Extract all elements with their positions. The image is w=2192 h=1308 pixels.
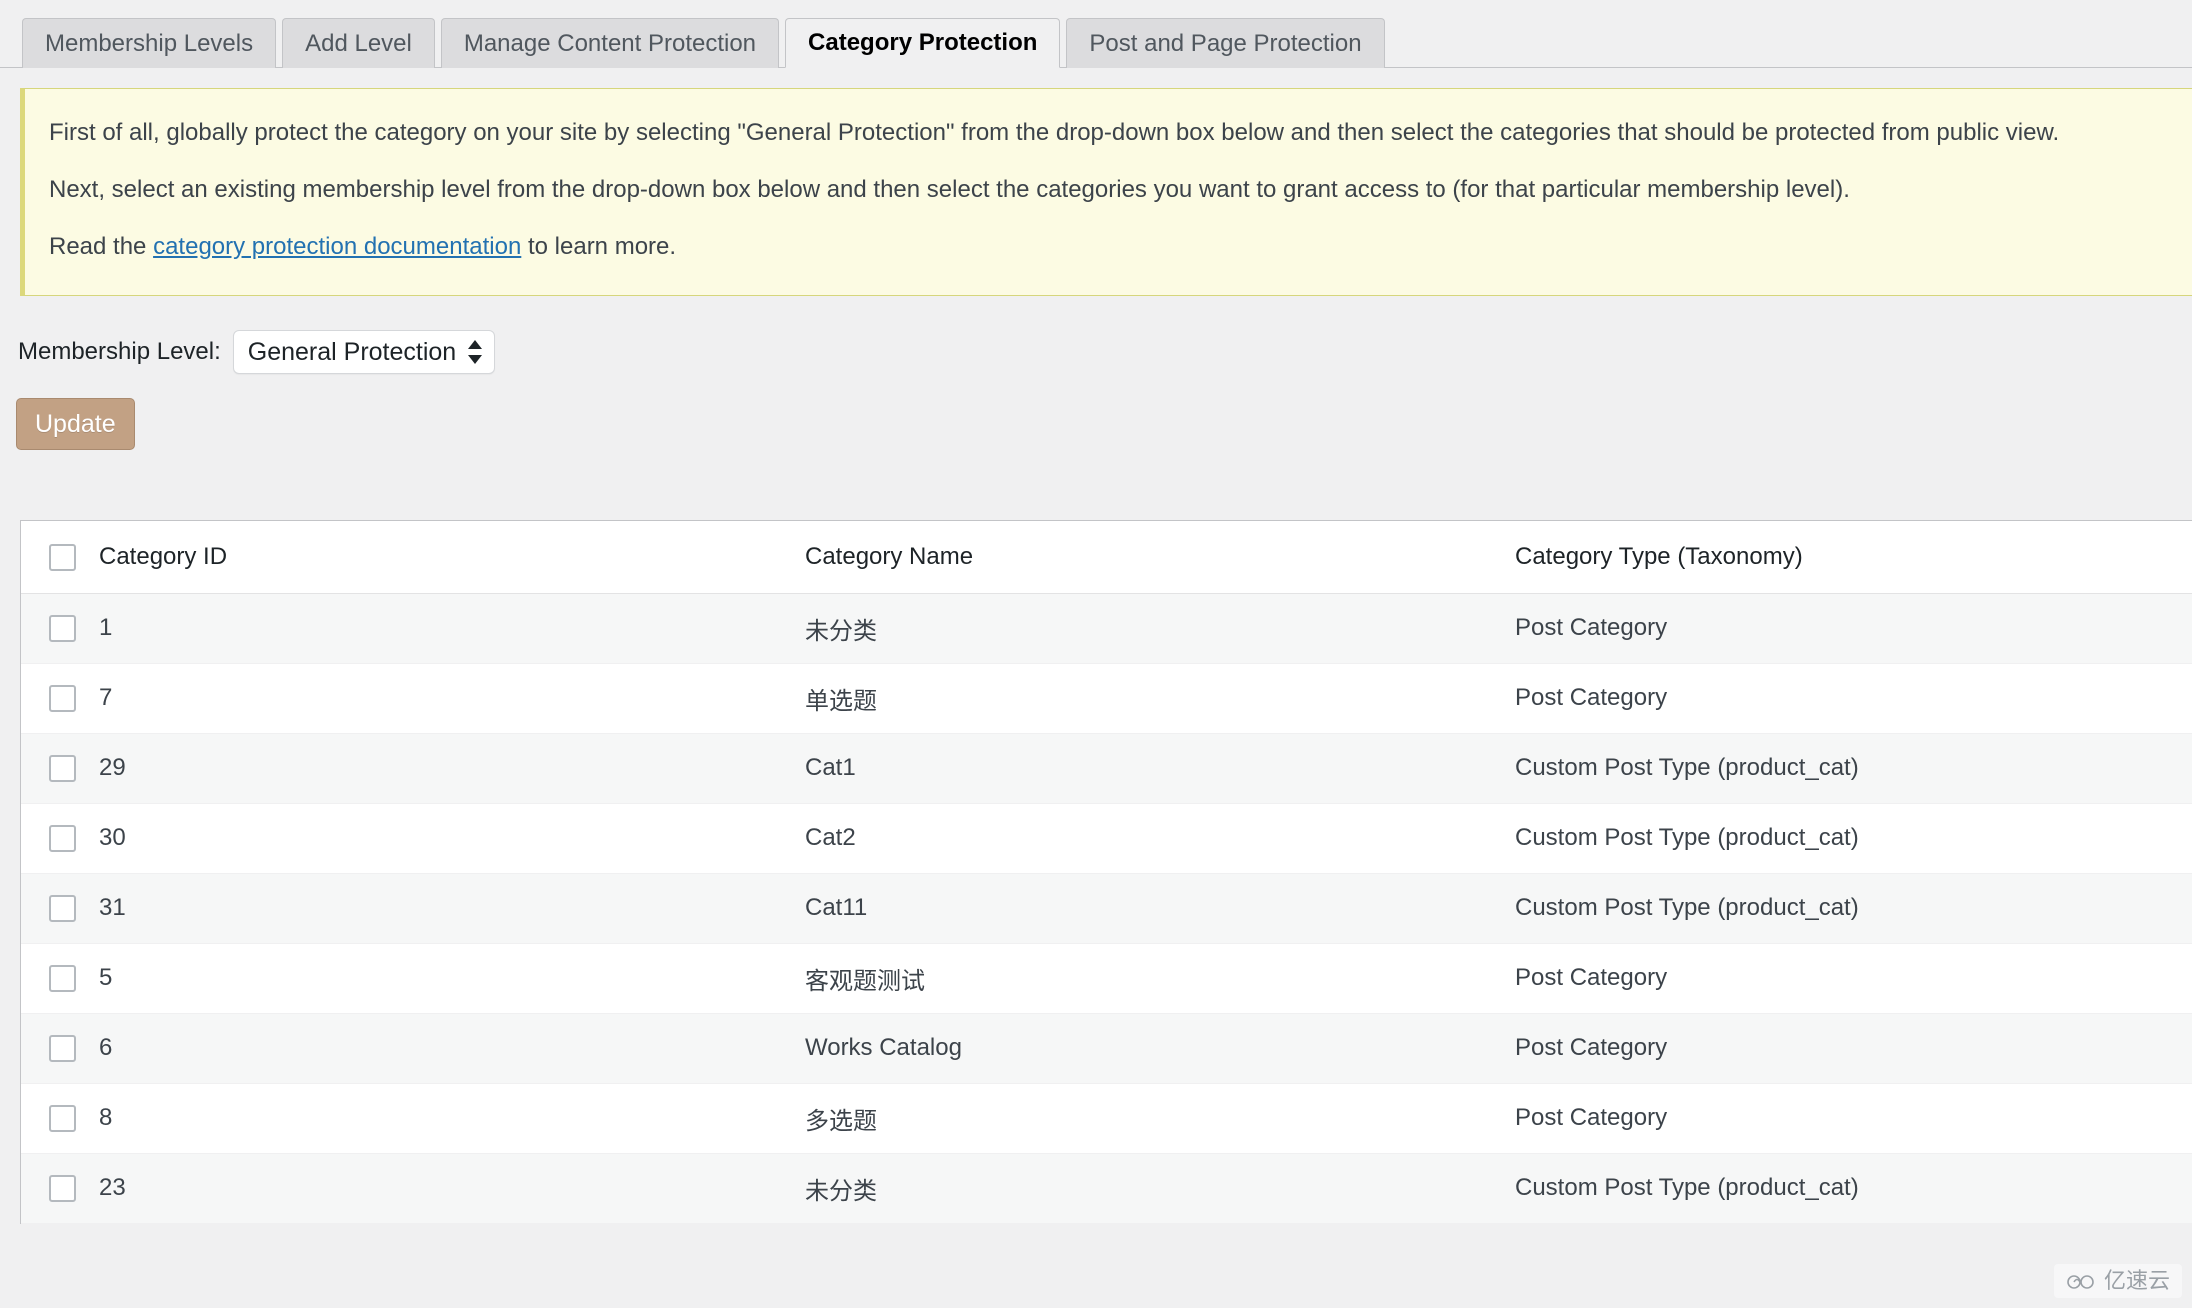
cell-category-id: 31 — [99, 894, 126, 922]
cell-category-type: Post Category — [1515, 684, 1668, 712]
table-row[interactable]: 7 单选题 Post Category — [21, 663, 2192, 734]
row-select-cell — [21, 663, 99, 733]
cell-category-name: 未分类 — [805, 1177, 877, 1205]
table-row[interactable]: 30 Cat2 Custom Post Type (product_cat) — [21, 803, 2192, 874]
table-row[interactable]: 8 多选题 Post Category — [21, 1083, 2192, 1154]
notice-line-3: Read the category protection documentati… — [49, 219, 2192, 276]
membership-level-selected-value: General Protection — [247, 337, 457, 366]
row-checkbox[interactable] — [49, 1105, 76, 1133]
tab-bar: Membership Levels Add Level Manage Conte… — [0, 0, 2192, 68]
chevron-updown-icon — [468, 340, 483, 365]
cell-category-name: 未分类 — [805, 617, 877, 645]
membership-level-row: Membership Level: General Protection — [18, 330, 2192, 375]
row-checkbox[interactable] — [49, 825, 76, 853]
row-select-cell — [21, 593, 99, 663]
row-select-cell — [21, 1013, 99, 1083]
row-checkbox[interactable] — [49, 615, 76, 643]
cell-category-type: Custom Post Type (product_cat) — [1515, 754, 1859, 782]
row-checkbox[interactable] — [49, 965, 76, 993]
tab-category-protection[interactable]: Category Protection — [785, 18, 1061, 68]
row-select-cell — [21, 733, 99, 803]
membership-level-select[interactable]: General Protection — [232, 330, 496, 375]
cloud-logo-icon — [2066, 1271, 2096, 1291]
column-header-category-type[interactable]: Category Type (Taxonomy) — [1515, 521, 2192, 594]
update-button[interactable]: Update — [16, 398, 135, 451]
row-checkbox[interactable] — [49, 895, 76, 923]
cell-category-type: Post Category — [1515, 1104, 1668, 1132]
row-select-cell — [21, 803, 99, 873]
cell-category-type: Custom Post Type (product_cat) — [1515, 894, 1859, 922]
row-select-cell — [21, 873, 99, 943]
cell-category-id: 7 — [99, 684, 113, 712]
notice-line-3-prefix: Read the — [49, 232, 154, 260]
cell-category-name: 单选题 — [805, 687, 877, 715]
cell-category-name: Cat2 — [805, 824, 856, 852]
cell-category-type: Post Category — [1515, 614, 1668, 642]
cell-category-name: 客观题测试 — [805, 967, 925, 995]
table-row[interactable]: 29 Cat1 Custom Post Type (product_cat) — [21, 733, 2192, 804]
column-header-category-id[interactable]: Category ID — [99, 521, 805, 594]
tab-post-and-page-protection[interactable]: Post and Page Protection — [1066, 18, 1385, 68]
watermark-text: 亿速云 — [2103, 1268, 2170, 1293]
cell-category-type: Post Category — [1515, 1034, 1668, 1062]
cell-category-id: 1 — [99, 614, 113, 642]
table-header-row: Category ID Category Name Category Type … — [21, 521, 2192, 594]
cell-category-id: 6 — [99, 1034, 113, 1062]
cell-category-name: Cat1 — [805, 754, 856, 782]
cell-category-id: 5 — [99, 964, 113, 992]
select-all-checkbox[interactable] — [49, 544, 76, 572]
category-table: Category ID Category Name Category Type … — [21, 521, 2192, 1224]
row-checkbox[interactable] — [49, 1175, 76, 1203]
cell-category-type: Post Category — [1515, 964, 1668, 992]
cell-category-id: 30 — [99, 824, 126, 852]
row-checkbox[interactable] — [49, 1035, 76, 1063]
row-select-cell — [21, 1083, 99, 1153]
select-all-cell — [21, 521, 99, 594]
table-row[interactable]: 31 Cat11 Custom Post Type (product_cat) — [21, 873, 2192, 944]
tab-manage-content-protection[interactable]: Manage Content Protection — [440, 18, 780, 68]
column-header-category-name[interactable]: Category Name — [805, 521, 1515, 594]
notice-line-3-suffix: to learn more. — [521, 232, 677, 260]
cell-category-type: Custom Post Type (product_cat) — [1515, 824, 1859, 852]
cell-category-name: Cat11 — [805, 894, 868, 922]
table-row[interactable]: 5 客观题测试 Post Category — [21, 943, 2192, 1014]
cell-category-id: 29 — [99, 754, 126, 782]
watermark: 亿速云 — [2053, 1264, 2182, 1298]
row-checkbox[interactable] — [49, 755, 76, 783]
cell-category-id: 8 — [99, 1104, 113, 1132]
category-table-container: Category ID Category Name Category Type … — [20, 520, 2192, 1224]
cell-category-type: Custom Post Type (product_cat) — [1515, 1174, 1859, 1202]
notice-line-2: Next, select an existing membership leve… — [49, 175, 1850, 203]
cell-category-name: Works Catalog — [805, 1034, 962, 1062]
row-select-cell — [21, 943, 99, 1013]
table-row[interactable]: 6 Works Catalog Post Category — [21, 1013, 2192, 1084]
tab-add-level[interactable]: Add Level — [282, 18, 435, 68]
table-row[interactable]: 23 未分类 Custom Post Type (product_cat) — [21, 1153, 2192, 1224]
row-checkbox[interactable] — [49, 685, 76, 713]
category-protection-documentation-link[interactable]: category protection documentation — [153, 233, 521, 260]
page-root: Membership Levels Add Level Manage Conte… — [0, 0, 2192, 1308]
row-select-cell — [21, 1153, 99, 1223]
category-table-body: 1 未分类 Post Category 7 单选题 Post Category 29 Cat1… — [21, 593, 2192, 1224]
instructions-notice: First of all, globally protect the categ… — [20, 88, 2192, 297]
tab-membership-levels[interactable]: Membership Levels — [22, 18, 277, 68]
category-table-head: Category ID Category Name Category Type … — [21, 521, 2192, 594]
notice-line-1: First of all, globally protect the categ… — [49, 119, 2060, 146]
cell-category-id: 23 — [99, 1174, 126, 1202]
table-row[interactable]: 1 未分类 Post Category — [21, 593, 2192, 664]
cell-category-name: 多选题 — [805, 1107, 877, 1135]
membership-level-label: Membership Level: — [18, 338, 221, 366]
